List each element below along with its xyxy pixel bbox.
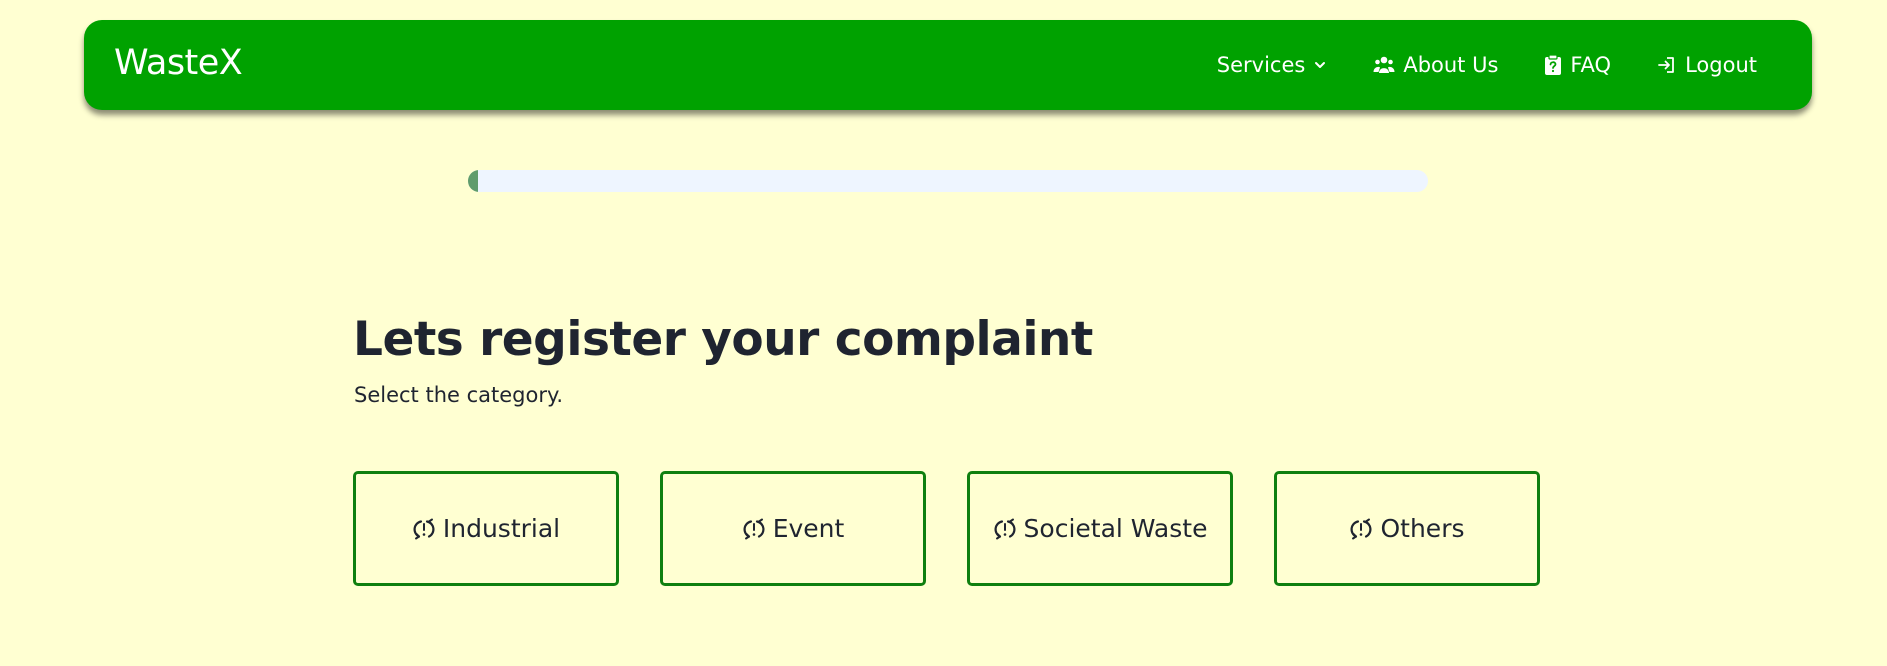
progress-bar (468, 170, 1428, 192)
recycle-alert-icon (1349, 518, 1373, 540)
nav-faq-label: FAQ (1570, 53, 1612, 77)
nav-services-dropdown[interactable]: Services (1217, 53, 1328, 77)
people-icon (1373, 55, 1395, 75)
brand-logo[interactable]: WasteX (114, 43, 243, 83)
recycle-alert-icon (993, 518, 1017, 540)
category-industrial-label: Industrial (442, 514, 561, 543)
page-title: Lets register your complaint (353, 312, 1093, 367)
page-subtitle: Select the category. (354, 383, 564, 407)
category-others-button[interactable]: Others (1274, 471, 1540, 586)
category-societal-waste-label: Societal Waste (1023, 514, 1208, 543)
category-event-button[interactable]: Event (660, 471, 926, 586)
login-icon (1657, 55, 1677, 75)
category-event-label: Event (772, 514, 845, 543)
clipboard-question-icon (1544, 54, 1562, 76)
nav-about-us[interactable]: About Us (1373, 53, 1498, 77)
category-list: Industrial Event Societal Waste Others (353, 471, 1540, 586)
nav-logout-label: Logout (1685, 53, 1757, 77)
progress-fill (468, 170, 478, 192)
nav-about-us-label: About Us (1403, 53, 1499, 77)
nav-services-label: Services (1216, 53, 1306, 77)
nav-faq[interactable]: FAQ (1544, 53, 1611, 77)
chevron-down-icon (1313, 58, 1327, 72)
nav-logout[interactable]: Logout (1657, 53, 1757, 77)
category-industrial-button[interactable]: Industrial (353, 471, 619, 586)
navbar: WasteX Services About Us FAQ Logout (84, 20, 1812, 110)
recycle-alert-icon (412, 518, 436, 540)
category-others-label: Others (1380, 514, 1465, 543)
recycle-alert-icon (742, 518, 766, 540)
category-societal-waste-button[interactable]: Societal Waste (967, 471, 1233, 586)
nav-links: Services About Us FAQ Logout (1217, 20, 1757, 110)
